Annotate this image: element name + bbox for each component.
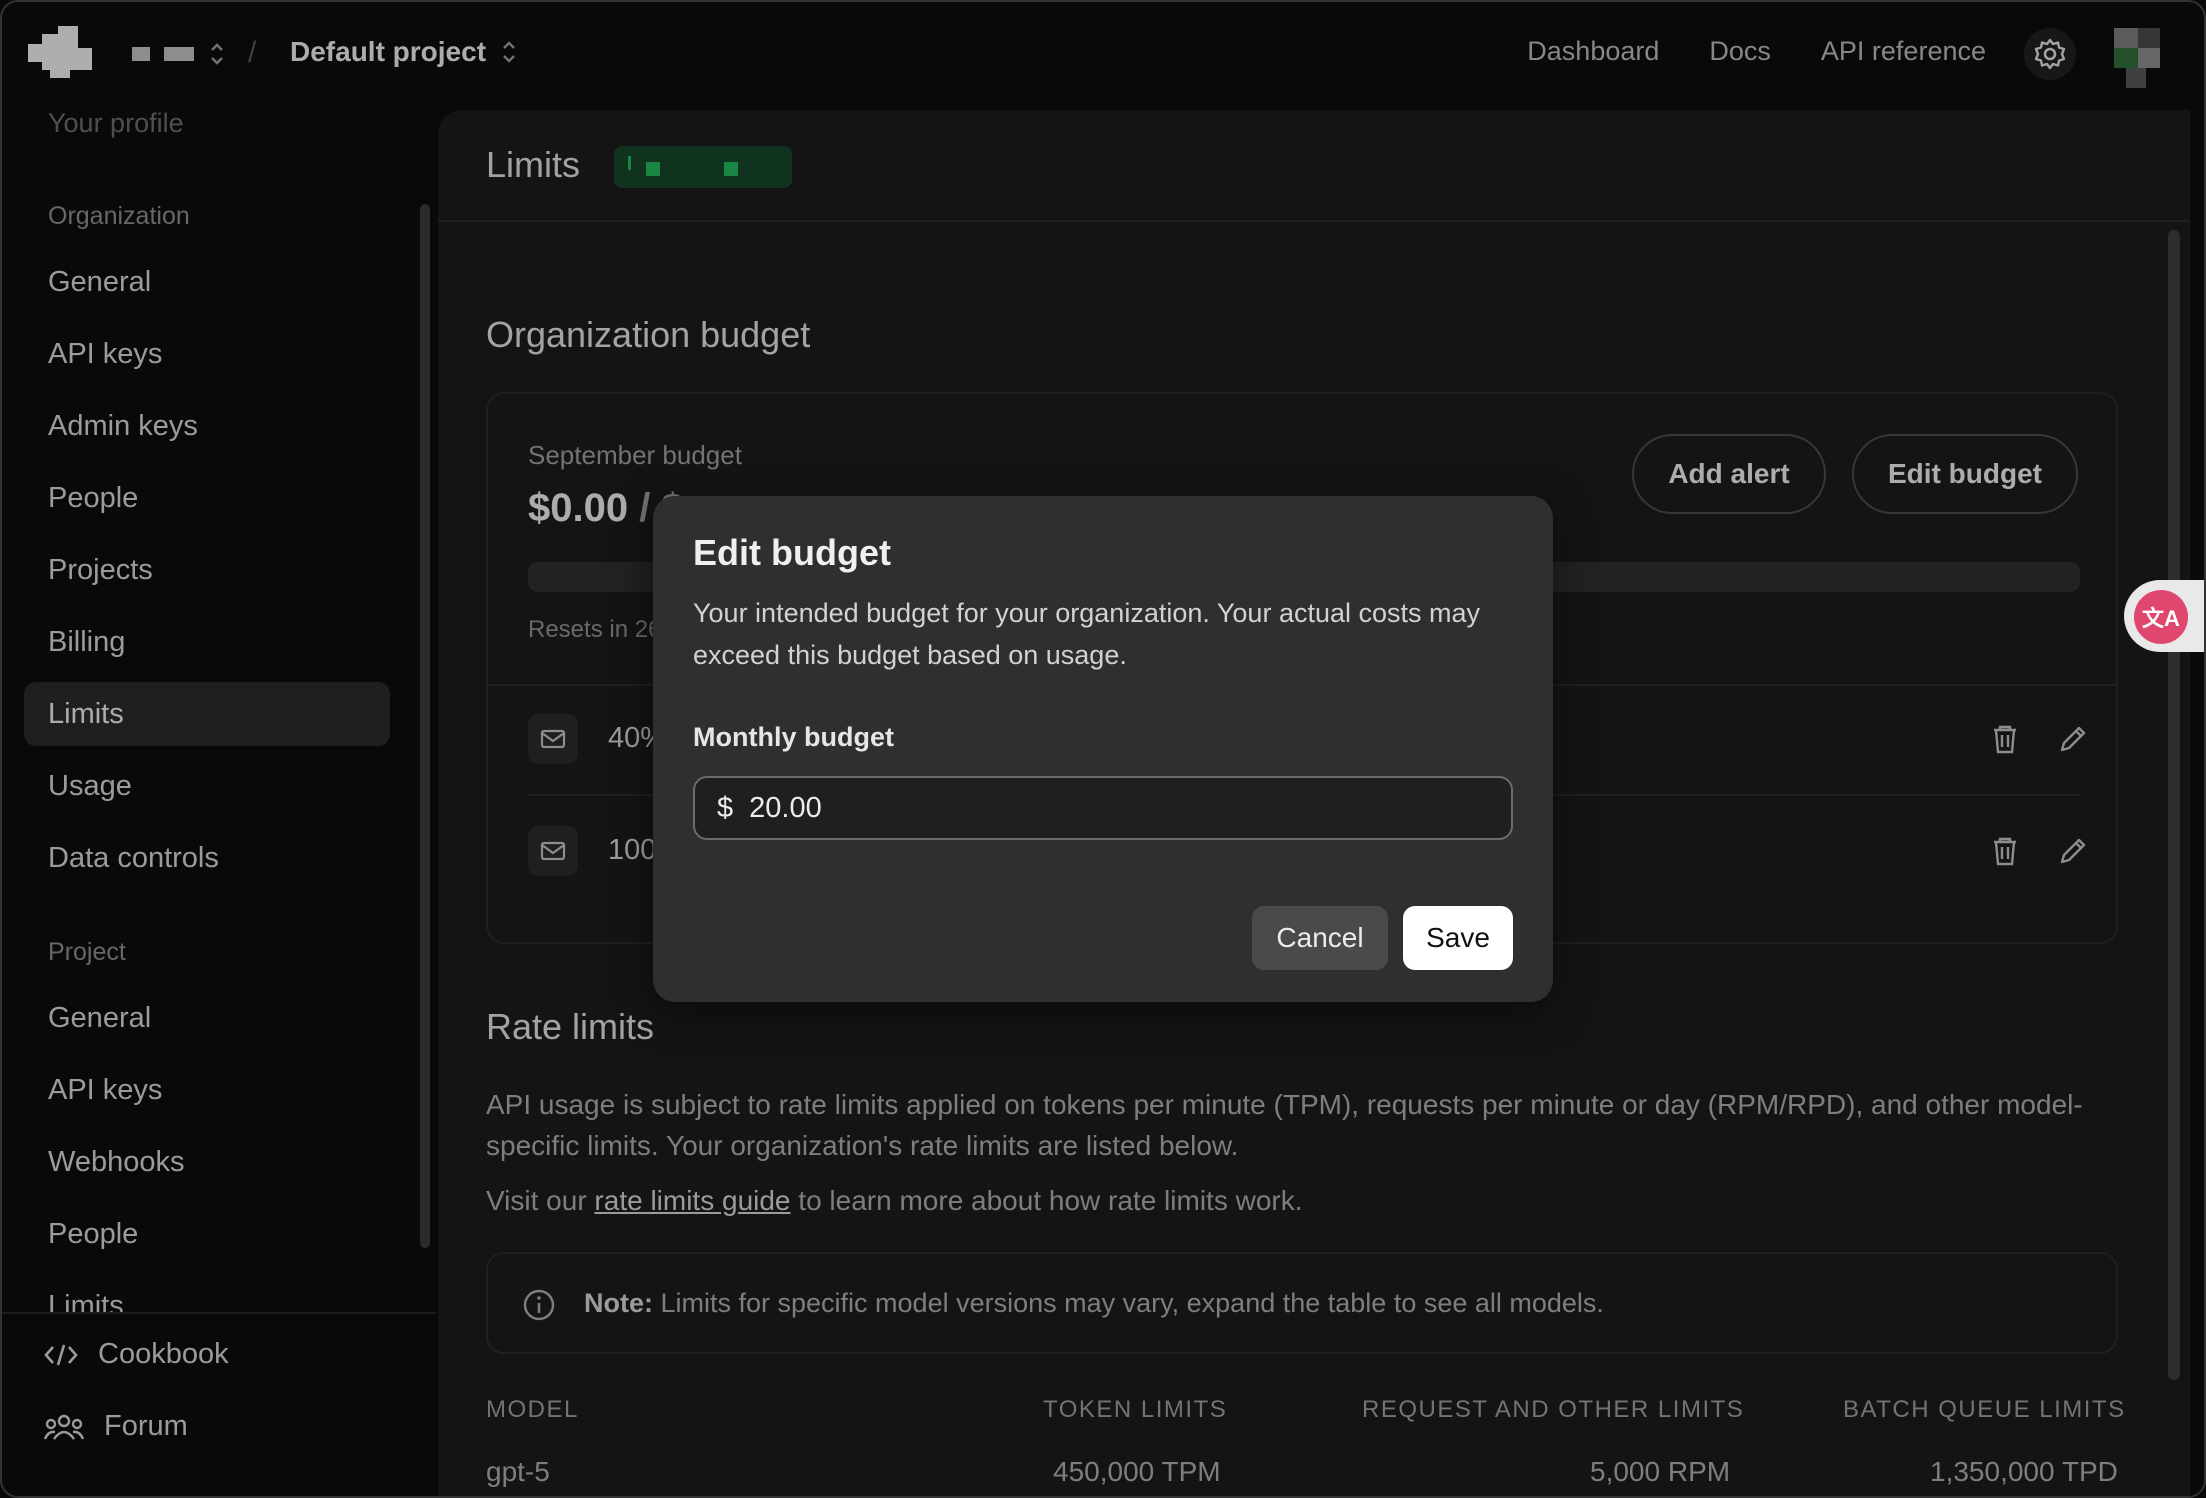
dialog-title: Edit budget	[693, 532, 891, 573]
save-button[interactable]: Save	[1403, 906, 1513, 970]
monthly-budget-input[interactable]	[749, 791, 1450, 825]
monthly-budget-field[interactable]: $	[693, 776, 1513, 840]
cancel-button[interactable]: Cancel	[1252, 906, 1388, 970]
translate-icon: 文A	[2134, 590, 2188, 644]
currency-symbol: $	[717, 791, 734, 824]
monthly-budget-label: Monthly budget	[693, 722, 894, 752]
dialog-description: Your intended budget for your organizati…	[693, 598, 1481, 670]
edit-budget-dialog: Edit budget Your intended budget for you…	[653, 496, 1553, 1002]
translate-widget[interactable]: 文A	[2124, 580, 2206, 652]
